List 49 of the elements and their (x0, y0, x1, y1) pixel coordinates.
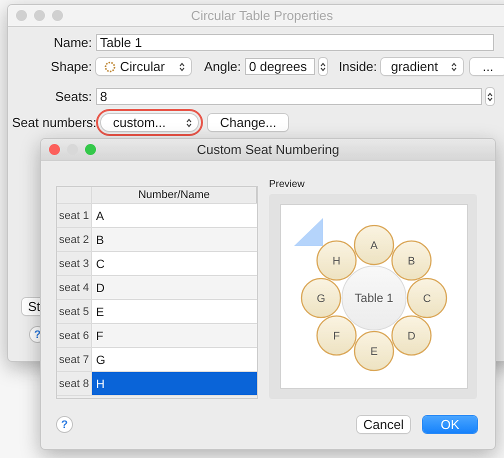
name-cell[interactable]: H (92, 372, 257, 395)
name-cell[interactable]: B (92, 228, 257, 251)
inside-dropdown[interactable]: gradient (381, 58, 463, 75)
field-label: Angle: (203, 59, 241, 74)
cancel-button[interactable]: Cancel (357, 416, 410, 433)
updown-arrows-icon (487, 92, 493, 102)
window-title: Custom Seat Numbering (196, 142, 340, 157)
stepper[interactable] (319, 58, 327, 75)
window-control-button[interactable] (16, 10, 27, 21)
seat-circle: E (354, 330, 394, 372)
seat-numbers-dropdown[interactable]: custom... (101, 114, 198, 131)
help-button[interactable]: ? (56, 416, 73, 433)
updown-arrows-icon (186, 118, 192, 128)
updown-arrows-icon (179, 62, 185, 72)
name-cell[interactable]: C (92, 252, 257, 275)
name-cell[interactable]: E (92, 300, 257, 323)
field-label: Seats: (54, 89, 92, 104)
table-circle: Table 1 (342, 266, 406, 330)
shape-dropdown[interactable]: Circular (96, 58, 191, 75)
name-cell[interactable]: G (92, 348, 257, 371)
field-label: Shape: (50, 59, 92, 74)
preview-label: Preview (269, 179, 305, 190)
window-control-button[interactable] (34, 10, 45, 21)
window-control-button[interactable] (85, 144, 96, 155)
window-control-button[interactable] (49, 144, 60, 155)
name-field[interactable]: Table 1 (96, 34, 494, 51)
window-title: Circular Table Properties (190, 8, 334, 23)
seat-circle: A (354, 224, 394, 266)
window-control-button[interactable] (52, 10, 63, 21)
updown-arrows-icon (320, 62, 326, 72)
field-label: Inside: (338, 59, 377, 74)
name-cell[interactable]: F (92, 324, 257, 347)
seat-circle: F (316, 315, 357, 356)
seat-circle: G (300, 278, 342, 318)
stepper[interactable] (486, 88, 494, 105)
selection-corner-icon (294, 218, 323, 246)
seat-circle: H (316, 240, 357, 281)
dotted-circle-icon (104, 60, 116, 72)
seat-circle: C (406, 278, 448, 318)
angle-field[interactable]: 0 degrees (245, 58, 315, 75)
change-button[interactable]: Change... (208, 114, 288, 131)
seat-circle: D (391, 315, 432, 356)
name-cell[interactable]: A (92, 204, 257, 227)
seats-field[interactable]: 8 (96, 88, 482, 105)
more-button[interactable]: ... (470, 58, 504, 75)
updown-arrows-icon (451, 62, 457, 72)
seat-circle: B (391, 240, 432, 281)
name-cell[interactable]: D (92, 276, 257, 299)
field-label: Name: (52, 35, 92, 50)
